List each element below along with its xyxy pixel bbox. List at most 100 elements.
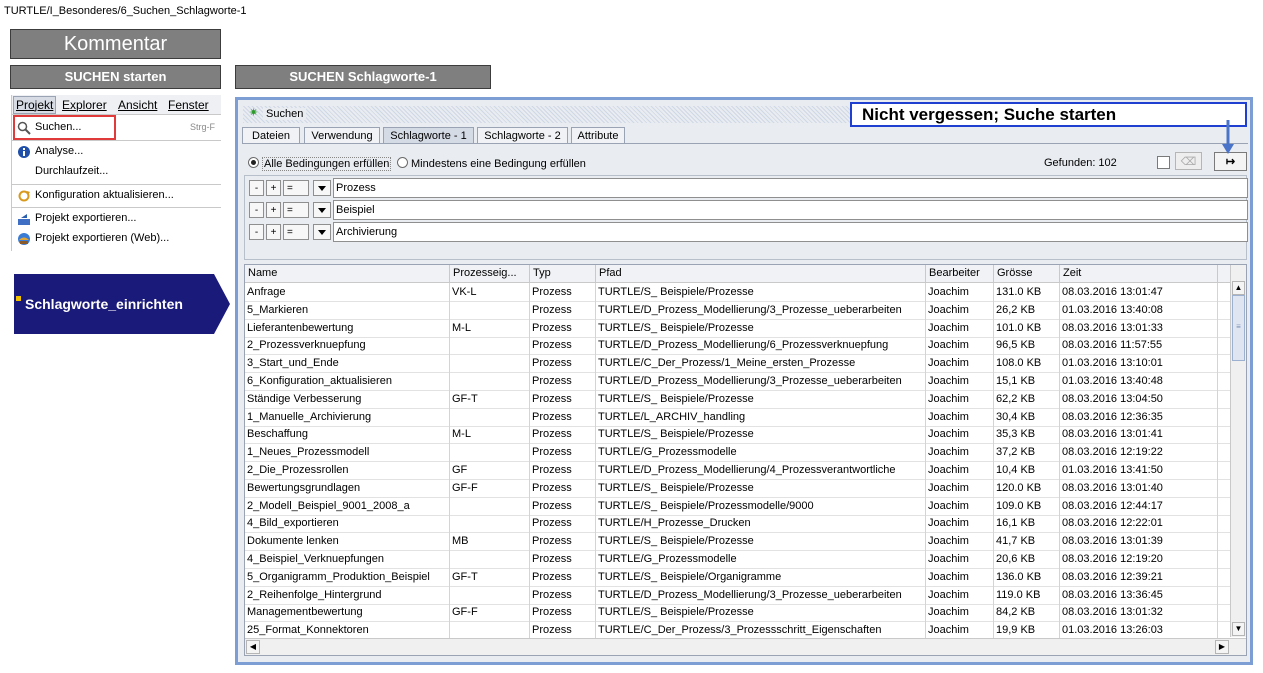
table-row[interactable]: 4_Bild_exportieren Prozess TURTLE/H_Prozes… <box>245 514 1230 534</box>
results-table: Name Prozesseig... Typ Pfad Bearbeiter Grösse… <box>244 264 1247 656</box>
remove-condition-button[interactable]: - <box>249 224 264 240</box>
suchen-starten-button[interactable]: SUCHEN starten <box>10 65 221 89</box>
cell-zeit: 08.03.2016 13:01:33 <box>1060 318 1218 337</box>
vertical-scrollbar[interactable]: ▲ ≡ ▼ <box>1230 265 1246 637</box>
cell-groesse: 30,4 KB <box>994 407 1060 426</box>
table-row[interactable]: Bewertungsgrundlagen GF-F Prozess TURTLE/S_… <box>245 478 1230 498</box>
scroll-right-icon[interactable]: ▶ <box>1215 640 1229 654</box>
remove-condition-button[interactable]: - <box>249 180 264 196</box>
scroll-down-icon[interactable]: ▼ <box>1232 622 1245 636</box>
eraser-icon: ⌫ <box>1180 156 1197 168</box>
table-row[interactable]: 5_Organigramm_Produktion_Beispiel GF-T Pro… <box>245 567 1230 587</box>
cell-groesse: 37,2 KB <box>994 443 1060 462</box>
menu-ansicht[interactable]: Ansicht <box>118 98 157 112</box>
export-web-icon <box>17 232 31 246</box>
table-row[interactable]: 4_Beispiel_Verknuepfungen Prozess TURTLE/G… <box>245 550 1230 569</box>
cell-name: 6_Konfiguration_aktualisieren <box>245 372 450 390</box>
header-col-zeit[interactable]: Zeit <box>1060 265 1218 282</box>
bullet-icon <box>16 296 21 301</box>
header-col-typ[interactable]: Typ <box>530 265 596 282</box>
cell-bearbeiter: Joachim <box>926 425 994 444</box>
condition-value-input[interactable]: Prozess <box>333 178 1248 198</box>
condition-value-input[interactable]: Beispiel <box>333 200 1248 220</box>
table-row[interactable]: Lieferantenbewertung M-L Prozess TURTLE/S_ … <box>245 318 1230 338</box>
cell-zeit: 08.03.2016 13:01:39 <box>1060 532 1218 551</box>
add-condition-button[interactable]: + <box>266 180 281 196</box>
condition-value-input[interactable]: Archivierung <box>333 222 1248 242</box>
menu-item-analyse[interactable]: Analyse... <box>12 142 221 162</box>
operator-dropdown-icon[interactable] <box>313 224 331 240</box>
cell-bearbeiter: Joachim <box>926 567 994 586</box>
cell-groesse: 20,6 KB <box>994 550 1060 568</box>
schlagworte-einrichten-arrow[interactable]: Schlagworte_einrichten <box>14 274 231 334</box>
tab-schlagworte-1[interactable]: Schlagworte - 1 <box>383 127 474 143</box>
add-condition-button[interactable]: + <box>266 202 281 218</box>
operator-select[interactable]: = <box>283 202 309 218</box>
cell-prozesseigner <box>450 550 530 568</box>
operator-select[interactable]: = <box>283 224 309 240</box>
table-row[interactable]: Ständige Verbesserung GF-T Prozess TURTLE/S… <box>245 389 1230 409</box>
option-checkbox[interactable] <box>1157 156 1170 169</box>
cell-name: 5_Markieren <box>245 300 450 319</box>
cell-bearbeiter: Joachim <box>926 550 994 568</box>
table-row[interactable]: 2_Modell_Beispiel_9001_2008_a Prozess TURT… <box>245 496 1230 516</box>
cell-bearbeiter: Joachim <box>926 514 994 533</box>
menu-fenster[interactable]: Fenster <box>168 98 209 112</box>
table-row[interactable]: 3_Start_und_Ende Prozess TURTLE/C_Der_Proz… <box>245 354 1230 374</box>
operator-select[interactable]: = <box>283 180 309 196</box>
remove-condition-button[interactable]: - <box>249 202 264 218</box>
cell-groesse: 120.0 KB <box>994 478 1060 497</box>
tab-verwendung[interactable]: Verwendung <box>304 127 380 143</box>
tab-dateien[interactable]: Dateien <box>242 127 300 143</box>
table-row[interactable]: 5_Markieren Prozess TURTLE/D_Prozess_Model… <box>245 300 1230 320</box>
cell-typ: Prozess <box>530 318 596 337</box>
menu-projekt[interactable]: Projekt <box>13 96 57 114</box>
scroll-left-icon[interactable]: ◀ <box>246 640 260 654</box>
cell-prozesseigner <box>450 354 530 373</box>
tab-attribute[interactable]: Attribute <box>571 127 625 143</box>
table-row[interactable]: Anfrage VK-L Prozess TURTLE/S_ Beispiele/Pr… <box>245 283 1230 302</box>
menu-item-konfiguration[interactable]: Konfiguration aktualisieren... <box>12 186 221 206</box>
scroll-thumb[interactable]: ≡ <box>1232 295 1245 361</box>
tab-schlagworte-2[interactable]: Schlagworte - 2 <box>477 127 568 143</box>
table-row[interactable]: 2_Reihenfolge_Hintergrund Prozess TURTLE/D… <box>245 585 1230 605</box>
cell-zeit: 01.03.2016 13:40:48 <box>1060 372 1218 390</box>
cell-zeit: 08.03.2016 13:01:47 <box>1060 283 1218 301</box>
cell-prozesseigner <box>450 407 530 426</box>
cell-groesse: 101.0 KB <box>994 318 1060 337</box>
table-row[interactable]: 1_Manuelle_Archivierung Prozess TURTLE/L_A… <box>245 407 1230 427</box>
header-col-pfad[interactable]: Pfad <box>596 265 926 282</box>
header-col-groesse[interactable]: Grösse <box>994 265 1060 282</box>
radio-any-condition[interactable]: Mindestens eine Bedingung erfüllen <box>397 157 586 170</box>
cell-pfad: TURTLE/C_Der_Prozess/3_Prozessschritt_Ei… <box>596 621 926 640</box>
menu-item-export[interactable]: Projekt exportieren... <box>12 209 221 229</box>
table-row[interactable]: 2_Prozessverknuepfung Prozess TURTLE/D_Pro… <box>245 336 1230 356</box>
table-row[interactable]: 6_Konfiguration_aktualisieren Prozess TURT… <box>245 372 1230 391</box>
menu-item-export-web[interactable]: Projekt exportieren (Web)... <box>12 229 221 249</box>
cell-name: Ständige Verbesserung <box>245 389 450 408</box>
horizontal-scrollbar[interactable]: ◀ ▶ <box>245 638 1246 655</box>
add-condition-button[interactable]: + <box>266 224 281 240</box>
operator-dropdown-icon[interactable] <box>313 180 331 196</box>
header-col-name[interactable]: Name <box>245 265 450 282</box>
table-row[interactable]: Managementbewertung GF-F Prozess TURTLE/S_ … <box>245 603 1230 623</box>
table-row[interactable]: Dokumente lenken MB Prozess TURTLE/S_ Beisp… <box>245 532 1230 552</box>
cell-zeit: 08.03.2016 13:01:41 <box>1060 425 1218 444</box>
operator-dropdown-icon[interactable] <box>313 202 331 218</box>
table-row[interactable]: 1_Neues_Prozessmodell Prozess TURTLE/G_Pro… <box>245 443 1230 463</box>
header-col-bearbeiter[interactable]: Bearbeiter <box>926 265 994 282</box>
radio-all-conditions[interactable]: Alle Bedingungen erfüllen <box>248 157 392 171</box>
clear-button[interactable]: ⌫ <box>1175 152 1202 170</box>
menu-explorer[interactable]: Explorer <box>62 98 107 112</box>
table-row[interactable]: Beschaffung M-L Prozess TURTLE/S_ Beispiele… <box>245 425 1230 445</box>
cell-pfad: TURTLE/G_Prozessmodelle <box>596 550 926 568</box>
condition-row: - + = Archivierung <box>249 222 1249 242</box>
header-col-prozesseigner[interactable]: Prozesseig... <box>450 265 530 282</box>
suchen-schlagworte-button[interactable]: SUCHEN Schlagworte-1 <box>235 65 491 89</box>
scroll-up-icon[interactable]: ▲ <box>1232 281 1245 295</box>
kommentar-button[interactable]: Kommentar <box>10 29 221 59</box>
cell-bearbeiter: Joachim <box>926 372 994 390</box>
menu-item-durchlaufzeit[interactable]: Durchlaufzeit... <box>12 162 221 182</box>
table-row[interactable]: 2_Die_Prozessrollen GF Prozess TURTLE/D_Pro… <box>245 461 1230 480</box>
cell-name: 1_Manuelle_Archivierung <box>245 407 450 426</box>
